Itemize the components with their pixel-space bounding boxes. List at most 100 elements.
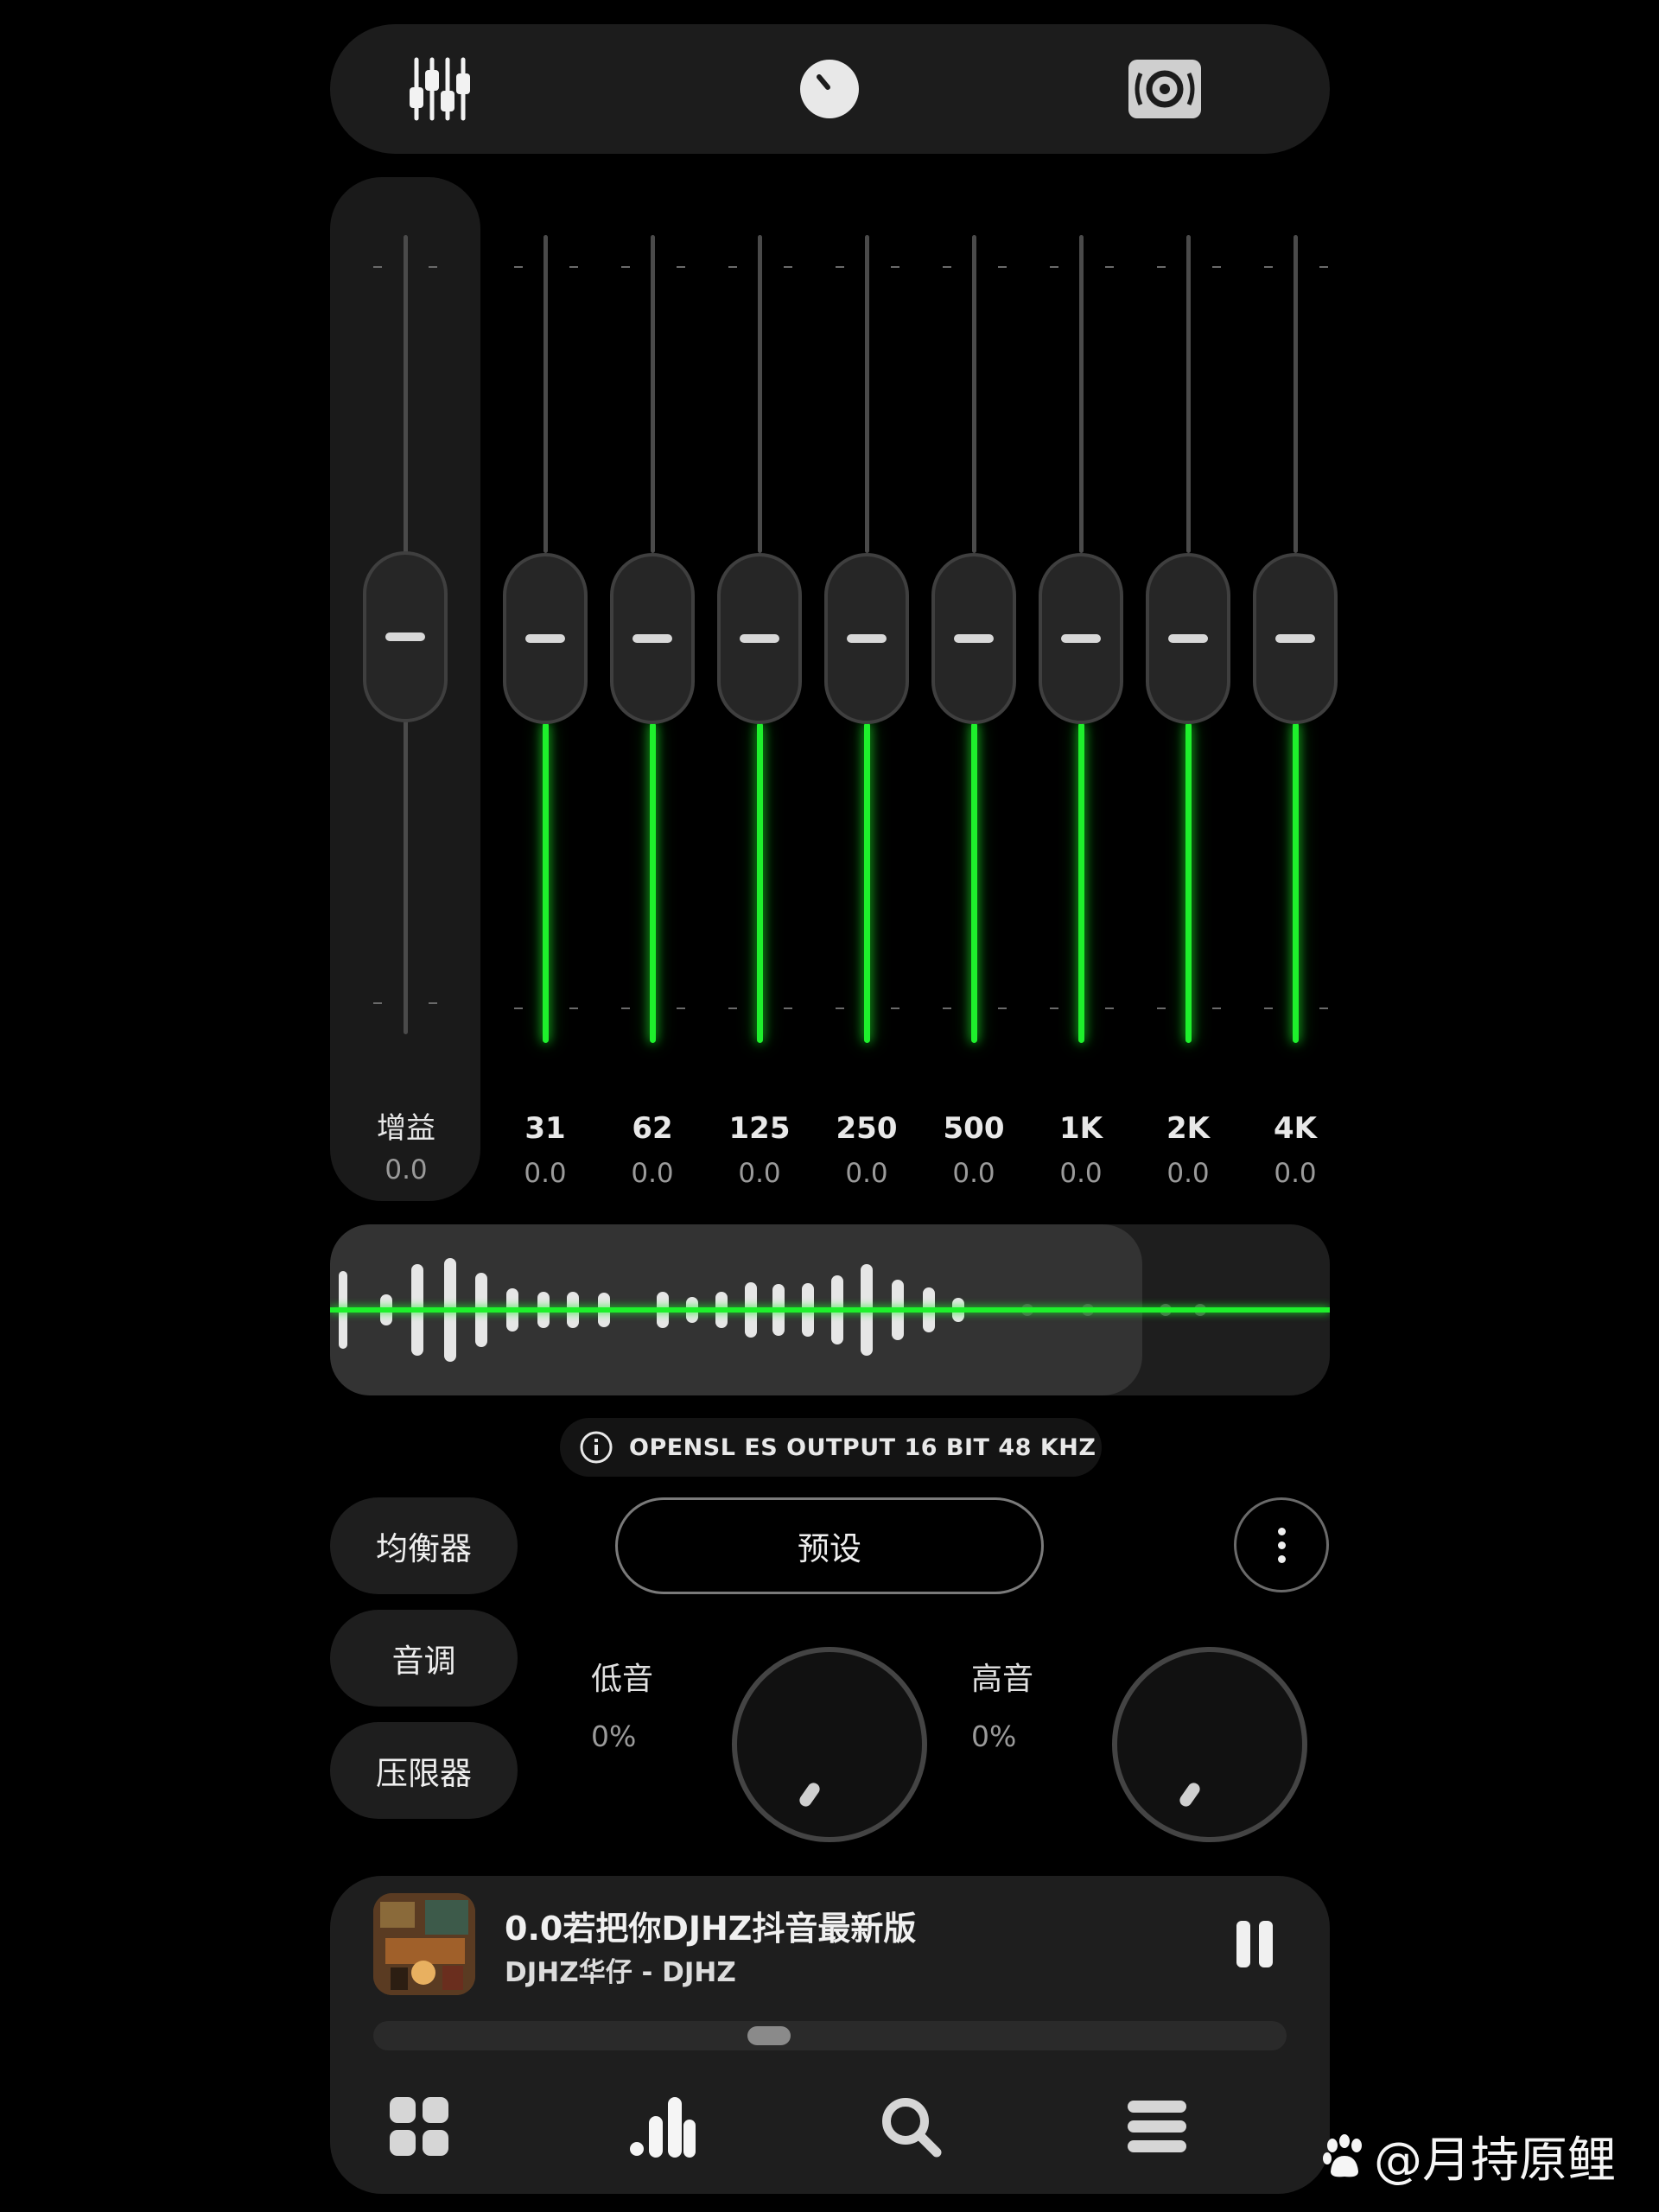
- band-slider-handle[interactable]: [1146, 553, 1230, 724]
- band-slider-handle[interactable]: [717, 553, 802, 724]
- nav-search[interactable]: [863, 2079, 958, 2174]
- nav-library[interactable]: [372, 2079, 467, 2174]
- band-tick: [1319, 1007, 1328, 1009]
- band-tick: [569, 266, 578, 268]
- band-frequency-label: 1K: [1058, 1111, 1103, 1146]
- band-level-fill: [1078, 722, 1084, 1043]
- band-frequency-label: 4K: [1273, 1111, 1317, 1146]
- top-tab-bar: [330, 24, 1330, 154]
- speaker-icon: [1128, 60, 1201, 118]
- band-tick: [943, 266, 951, 268]
- pause-button[interactable]: [1229, 1914, 1281, 1974]
- band-tick: [1157, 1007, 1166, 1009]
- band-level-fill: [757, 722, 763, 1043]
- knob-icon: [800, 60, 859, 118]
- band-slider-track[interactable]: [865, 235, 869, 553]
- band-slider-track[interactable]: [972, 235, 976, 553]
- band-gain-value: 0.0: [1166, 1158, 1210, 1189]
- treble-knob[interactable]: [1112, 1647, 1307, 1842]
- band-slider-handle[interactable]: [824, 553, 909, 724]
- band-frequency-label: 125: [728, 1111, 791, 1146]
- band-frequency-label: 2K: [1166, 1111, 1210, 1146]
- preset-button[interactable]: 预设: [615, 1497, 1044, 1594]
- menu-icon: [1128, 2101, 1186, 2152]
- gain-value: 0.0: [385, 1154, 428, 1185]
- playback-progress-bar[interactable]: [373, 2021, 1287, 2050]
- band-tick: [728, 266, 737, 268]
- band-tick: [1319, 266, 1328, 268]
- band-tick: [569, 1007, 578, 1009]
- band-tick: [621, 266, 630, 268]
- more-options-button[interactable]: [1234, 1497, 1329, 1592]
- band-tick: [784, 1007, 792, 1009]
- waveform-seekbar[interactable]: [330, 1224, 1330, 1395]
- album-cover[interactable]: [373, 1893, 475, 1995]
- nav-visualizer[interactable]: [615, 2079, 710, 2174]
- nav-menu[interactable]: [1109, 2079, 1205, 2174]
- band-slider-track[interactable]: [1079, 235, 1084, 553]
- progress-handle[interactable]: [747, 2026, 791, 2045]
- band-tick: [1212, 266, 1221, 268]
- treble-knob-pointer: [1177, 1780, 1203, 1809]
- band-gain-value: 0.0: [952, 1158, 995, 1189]
- band-tick: [784, 266, 792, 268]
- song-artist[interactable]: DJHZ华仔 - DJHZ: [505, 1950, 736, 1989]
- more-vertical-icon: [1277, 1527, 1286, 1535]
- band-slider-track[interactable]: [1294, 235, 1298, 553]
- band-tick: [836, 1007, 844, 1009]
- band-tick: [1264, 266, 1273, 268]
- tab-effects[interactable]: [765, 24, 894, 154]
- band-frequency-label: 500: [943, 1111, 1005, 1146]
- band-gain-value: 0.0: [524, 1158, 567, 1189]
- band-tick: [1212, 1007, 1221, 1009]
- band-level-fill: [971, 722, 977, 1043]
- paw-logo-icon: [1323, 2133, 1362, 2177]
- band-gain-value: 0.0: [738, 1158, 781, 1189]
- band-tick: [514, 266, 523, 268]
- band-slider-handle[interactable]: [1039, 553, 1123, 724]
- output-info-pill[interactable]: OPENSL ES OUTPUT 16 BIT 48 KHZ: [560, 1418, 1102, 1477]
- band-slider-track[interactable]: [758, 235, 762, 553]
- band-tick: [621, 1007, 630, 1009]
- pitch-button[interactable]: 音调: [330, 1610, 518, 1707]
- bass-value: 0%: [591, 1719, 637, 1753]
- waveform-level-line: [330, 1307, 1330, 1313]
- tab-equalizer[interactable]: [376, 24, 505, 154]
- band-level-fill: [864, 722, 870, 1043]
- limiter-button[interactable]: 压限器: [330, 1722, 518, 1819]
- band-frequency-label: 62: [632, 1111, 673, 1146]
- gain-slider-handle[interactable]: [363, 551, 448, 722]
- band-slider-track[interactable]: [543, 235, 548, 553]
- bass-knob[interactable]: [732, 1647, 927, 1842]
- band-tick: [1050, 1007, 1058, 1009]
- gain-tick: [373, 266, 382, 268]
- band-frequency-label: 31: [524, 1111, 566, 1146]
- band-gain-value: 0.0: [1274, 1158, 1317, 1189]
- treble-value: 0%: [971, 1719, 1017, 1753]
- equalizer-button[interactable]: 均衡器: [330, 1497, 518, 1594]
- song-title[interactable]: 0.0若把你DJHZ抖音最新版: [505, 1902, 916, 1949]
- band-slider-handle[interactable]: [610, 553, 695, 724]
- band-slider-handle[interactable]: [503, 553, 588, 724]
- band-slider-handle[interactable]: [931, 553, 1016, 724]
- band-level-fill: [1185, 722, 1192, 1043]
- treble-label: 高音: [971, 1662, 1034, 1697]
- equalizer-sliders-icon: [410, 57, 470, 121]
- visualizer-bars-icon: [630, 2097, 696, 2158]
- band-tick: [677, 266, 685, 268]
- band-tick: [836, 266, 844, 268]
- bass-knob-pointer: [797, 1780, 823, 1809]
- band-tick: [891, 266, 899, 268]
- watermark-text: @月持原鲤: [1374, 2133, 1616, 2189]
- band-tick: [998, 266, 1007, 268]
- band-slider-track[interactable]: [1186, 235, 1191, 553]
- band-slider-track[interactable]: [651, 235, 655, 553]
- gain-tick: [429, 1002, 437, 1004]
- band-level-fill: [543, 722, 549, 1043]
- band-slider-handle[interactable]: [1253, 553, 1338, 724]
- now-playing-bar: 0.0若把你DJHZ抖音最新版 DJHZ华仔 - DJHZ: [330, 1876, 1330, 2194]
- band-gain-value: 0.0: [631, 1158, 674, 1189]
- gain-label: 增益: [377, 1111, 435, 1146]
- search-icon: [882, 2098, 942, 2158]
- tab-output[interactable]: [1100, 24, 1230, 154]
